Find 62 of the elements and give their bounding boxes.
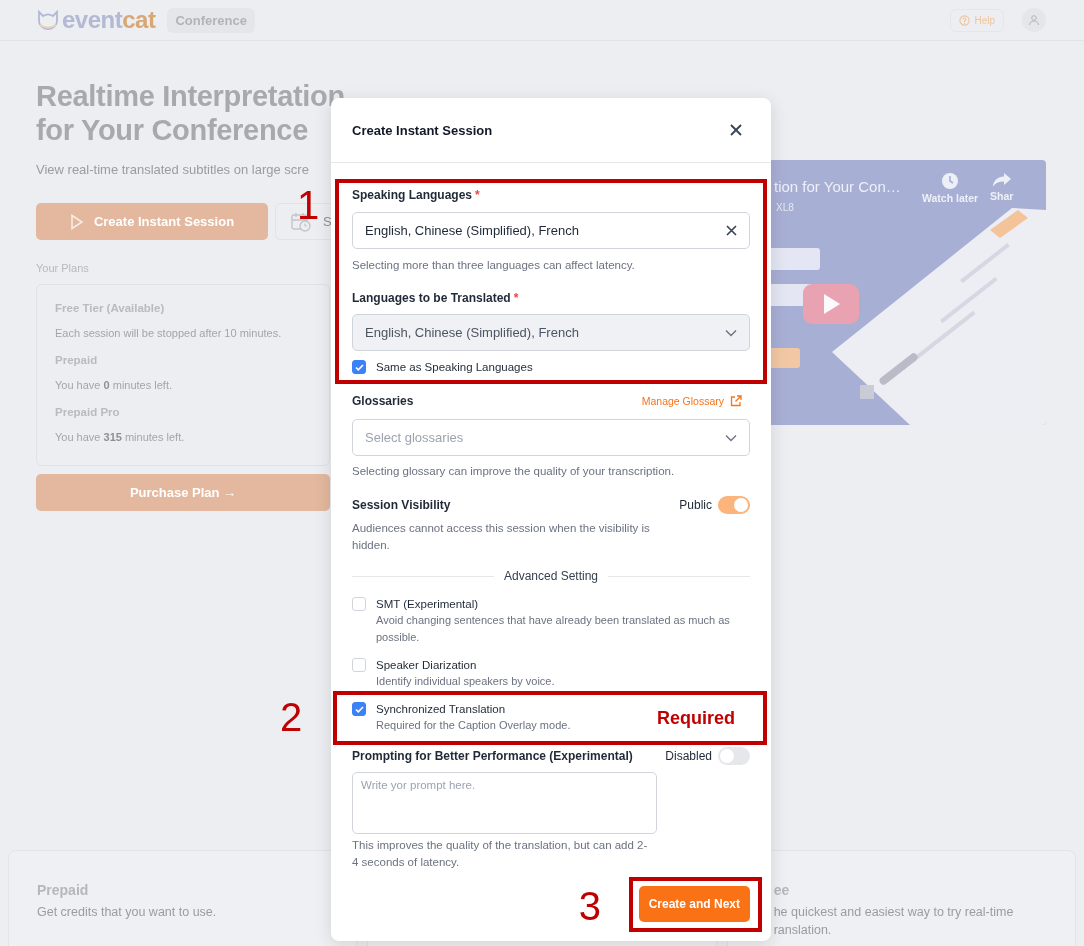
field-label: Prompting for Better Performance (Experimental) <box>352 748 633 764</box>
close-icon[interactable] <box>729 123 743 137</box>
card-text: ranslation. <box>773 922 833 939</box>
play-icon <box>69 213 84 230</box>
help-text: This improves the quality of the translation, but can add 2-4 seconds of latency. <box>352 838 649 870</box>
help-text: Audiences cannot access this session when the visibility is hidden. <box>352 521 650 553</box>
card-text: he quickest and easiest way to try real-time <box>773 904 1015 921</box>
card-title: Prepaid <box>37 881 90 899</box>
plan-detail: You have 0 minutes left. <box>55 378 173 393</box>
page-subtitle: View real-time translated subtitles on large scre <box>36 161 309 179</box>
option-description: Required for the Caption Overlay mode. <box>376 718 571 733</box>
checkbox[interactable] <box>352 360 366 374</box>
checkbox[interactable] <box>352 702 366 716</box>
logo-wordmark: eventcat <box>62 6 156 34</box>
field-label: Session Visibility <box>352 497 451 513</box>
chevron-down-icon <box>725 433 737 442</box>
user-icon[interactable] <box>1022 8 1046 32</box>
help-text: Selecting glossary can improve the quality of your transcription. <box>352 464 676 479</box>
create-session-button[interactable]: Create Instant Session <box>36 203 268 240</box>
dialog-title: Create Instant Session <box>352 122 493 138</box>
chevron-down-icon <box>725 328 737 337</box>
option-title: Synchronized Translation <box>376 702 507 717</box>
clock-icon <box>941 172 960 190</box>
watch-later-button[interactable]: Watch later <box>922 172 979 204</box>
create-and-next-button[interactable]: Create and Next <box>638 886 750 922</box>
clear-icon[interactable] <box>726 225 737 236</box>
annotation-note: Required <box>657 708 735 729</box>
purchase-plan-button[interactable]: Purchase Plan → <box>36 474 330 511</box>
step-number: 1 <box>297 185 320 225</box>
section-divider-label: Advanced Setting <box>503 568 599 584</box>
checkbox-label: Same as Speaking Languages <box>376 360 533 375</box>
step-number: 2 <box>280 697 303 737</box>
option-title: SMT (Experimental) <box>376 597 480 612</box>
prompt-field[interactable]: Write yor prompt here. <box>352 772 657 834</box>
channel-name: XL8 <box>776 202 794 213</box>
help-button[interactable]: Help <box>950 8 1004 32</box>
video-title[interactable]: tion for Your Con… <box>774 178 901 195</box>
toggle-label: Disabled <box>665 749 712 763</box>
toggle-switch[interactable] <box>718 747 750 765</box>
toggle-label: Public <box>679 498 712 512</box>
page-title: Realtime Interpretation for Your Conference <box>36 79 345 147</box>
share-button[interactable]: Shar <box>990 172 1014 202</box>
speaking-languages-field[interactable]: English, Chinese (Simplified), French <box>352 212 750 249</box>
field-label: Speaking Languages * <box>352 187 481 203</box>
card-text: Get credits that you want to use. <box>37 904 218 921</box>
option-title: Speaker Diarization <box>376 658 478 673</box>
step-number: 3 <box>578 886 601 926</box>
option-description: Identify individual speakers by voice. <box>376 674 555 689</box>
plan-detail: You have 315 minutes left. <box>55 430 186 445</box>
share-icon <box>991 172 1012 188</box>
help-icon <box>959 14 971 26</box>
toggle-switch[interactable] <box>718 496 750 514</box>
field-label: Glossaries <box>352 393 414 409</box>
glossary-select[interactable]: Select glossaries <box>352 419 750 456</box>
help-text: Selecting more than three languages can affect latency. <box>352 258 636 273</box>
option-description: Avoid changing sentences that have already been translated as much as possible. <box>376 613 731 645</box>
manage-glossary-link[interactable]: Manage Glossary <box>641 395 742 407</box>
card-title: ee <box>773 881 791 899</box>
cat-logo-icon <box>36 9 60 31</box>
plan-detail: Each session will be stopped after 10 minutes. <box>55 326 283 341</box>
field-label: Languages to be Translated * <box>352 290 520 306</box>
external-link-icon <box>730 395 742 407</box>
